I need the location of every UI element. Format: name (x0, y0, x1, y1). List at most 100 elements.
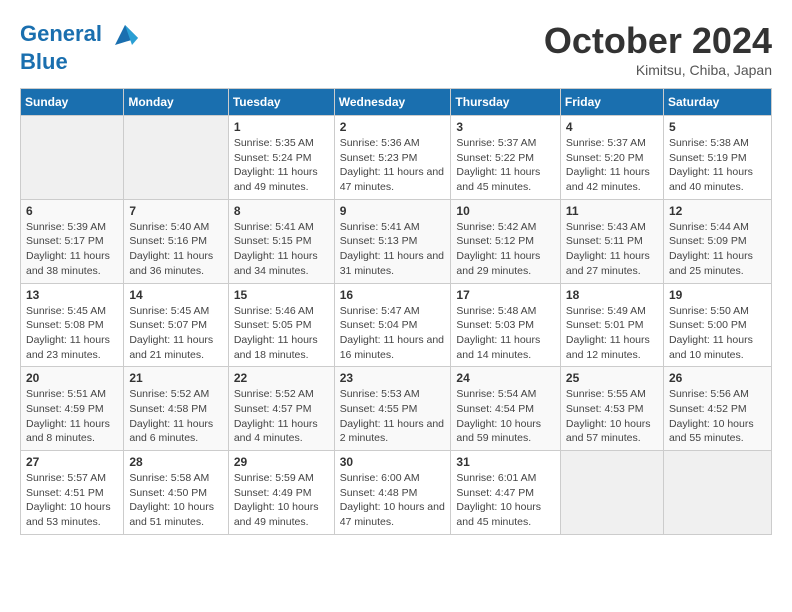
calendar-cell: 26 Sunrise: 5:56 AM Sunset: 4:52 PM Dayli… (663, 367, 771, 451)
day-info: Sunrise: 5:35 AM Sunset: 5:24 PM Dayligh… (234, 136, 329, 195)
day-info: Sunrise: 5:38 AM Sunset: 5:19 PM Dayligh… (669, 136, 766, 195)
calendar-cell: 29 Sunrise: 5:59 AM Sunset: 4:49 PM Dayli… (228, 451, 334, 535)
day-info: Sunrise: 5:57 AM Sunset: 4:51 PM Dayligh… (26, 471, 118, 530)
day-info: Sunrise: 5:52 AM Sunset: 4:58 PM Dayligh… (129, 387, 222, 446)
day-info: Sunrise: 5:42 AM Sunset: 5:12 PM Dayligh… (456, 220, 555, 279)
day-info: Sunrise: 5:45 AM Sunset: 5:07 PM Dayligh… (129, 304, 222, 363)
day-number: 30 (340, 455, 446, 469)
day-info: Sunrise: 5:54 AM Sunset: 4:54 PM Dayligh… (456, 387, 555, 446)
day-number: 12 (669, 204, 766, 218)
calendar-cell: 2 Sunrise: 5:36 AM Sunset: 5:23 PM Daylig… (334, 116, 451, 200)
calendar-cell (21, 116, 124, 200)
calendar-cell: 27 Sunrise: 5:57 AM Sunset: 4:51 PM Dayli… (21, 451, 124, 535)
calendar-cell: 17Sunrise: 5:48 AM Sunset: 5:03 PM Dayli… (451, 283, 561, 367)
calendar-cell: 16 Sunrise: 5:47 AM Sunset: 5:04 PM Dayli… (334, 283, 451, 367)
day-info: Sunrise: 5:43 AM Sunset: 5:11 PM Dayligh… (566, 220, 658, 279)
weekday-header-tuesday: Tuesday (228, 89, 334, 116)
calendar-cell: 10 Sunrise: 5:42 AM Sunset: 5:12 PM Dayli… (451, 199, 561, 283)
calendar-week-row: 1 Sunrise: 5:35 AM Sunset: 5:24 PM Daylig… (21, 116, 772, 200)
logo-text2: Blue (20, 50, 140, 74)
day-number: 14 (129, 288, 222, 302)
day-number: 28 (129, 455, 222, 469)
day-number: 13 (26, 288, 118, 302)
calendar-cell: 6 Sunrise: 5:39 AM Sunset: 5:17 PM Daylig… (21, 199, 124, 283)
weekday-header-thursday: Thursday (451, 89, 561, 116)
calendar-cell: 19Sunrise: 5:50 AM Sunset: 5:00 PM Dayli… (663, 283, 771, 367)
location: Kimitsu, Chiba, Japan (544, 62, 772, 78)
day-number: 26 (669, 371, 766, 385)
calendar-cell: 14 Sunrise: 5:45 AM Sunset: 5:07 PM Dayli… (124, 283, 228, 367)
calendar-cell: 28 Sunrise: 5:58 AM Sunset: 4:50 PM Dayli… (124, 451, 228, 535)
day-number: 4 (566, 120, 658, 134)
day-number: 8 (234, 204, 329, 218)
weekday-header-wednesday: Wednesday (334, 89, 451, 116)
calendar-cell: 3Sunrise: 5:37 AM Sunset: 5:22 PM Daylig… (451, 116, 561, 200)
weekday-header-monday: Monday (124, 89, 228, 116)
day-info: Sunrise: 5:56 AM Sunset: 4:52 PM Dayligh… (669, 387, 766, 446)
day-info: Sunrise: 5:41 AM Sunset: 5:15 PM Dayligh… (234, 220, 329, 279)
weekday-header-row: SundayMondayTuesdayWednesdayThursdayFrid… (21, 89, 772, 116)
day-number: 20 (26, 371, 118, 385)
day-number: 24 (456, 371, 555, 385)
calendar-cell: 7Sunrise: 5:40 AM Sunset: 5:16 PM Daylig… (124, 199, 228, 283)
calendar-cell: 4 Sunrise: 5:37 AM Sunset: 5:20 PM Daylig… (560, 116, 663, 200)
day-info: Sunrise: 5:41 AM Sunset: 5:13 PM Dayligh… (340, 220, 446, 279)
day-info: Sunrise: 5:44 AM Sunset: 5:09 PM Dayligh… (669, 220, 766, 279)
day-info: Sunrise: 5:39 AM Sunset: 5:17 PM Dayligh… (26, 220, 118, 279)
day-number: 21 (129, 371, 222, 385)
day-info: Sunrise: 6:00 AM Sunset: 4:48 PM Dayligh… (340, 471, 446, 530)
logo-text: General (20, 20, 140, 50)
day-info: Sunrise: 5:53 AM Sunset: 4:55 PM Dayligh… (340, 387, 446, 446)
calendar-cell: 30 Sunrise: 6:00 AM Sunset: 4:48 PM Dayli… (334, 451, 451, 535)
day-number: 2 (340, 120, 446, 134)
day-number: 15 (234, 288, 329, 302)
calendar-cell: 12 Sunrise: 5:44 AM Sunset: 5:09 PM Dayli… (663, 199, 771, 283)
calendar-week-row: 6 Sunrise: 5:39 AM Sunset: 5:17 PM Daylig… (21, 199, 772, 283)
day-number: 1 (234, 120, 329, 134)
day-info: Sunrise: 5:52 AM Sunset: 4:57 PM Dayligh… (234, 387, 329, 446)
calendar-cell: 22 Sunrise: 5:52 AM Sunset: 4:57 PM Dayli… (228, 367, 334, 451)
day-info: Sunrise: 5:59 AM Sunset: 4:49 PM Dayligh… (234, 471, 329, 530)
day-info: Sunrise: 5:49 AM Sunset: 5:01 PM Dayligh… (566, 304, 658, 363)
day-number: 11 (566, 204, 658, 218)
calendar-cell: 18 Sunrise: 5:49 AM Sunset: 5:01 PM Dayli… (560, 283, 663, 367)
day-info: Sunrise: 5:51 AM Sunset: 4:59 PM Dayligh… (26, 387, 118, 446)
page-header: General Blue October 2024 Kimitsu, Chiba… (20, 20, 772, 78)
calendar-cell: 1 Sunrise: 5:35 AM Sunset: 5:24 PM Daylig… (228, 116, 334, 200)
day-number: 27 (26, 455, 118, 469)
day-number: 29 (234, 455, 329, 469)
day-info: Sunrise: 5:46 AM Sunset: 5:05 PM Dayligh… (234, 304, 329, 363)
day-number: 5 (669, 120, 766, 134)
day-info: Sunrise: 5:47 AM Sunset: 5:04 PM Dayligh… (340, 304, 446, 363)
day-number: 10 (456, 204, 555, 218)
calendar-cell: 13Sunrise: 5:45 AM Sunset: 5:08 PM Dayli… (21, 283, 124, 367)
title-area: October 2024 Kimitsu, Chiba, Japan (544, 20, 772, 78)
calendar-cell: 24 Sunrise: 5:54 AM Sunset: 4:54 PM Dayli… (451, 367, 561, 451)
calendar-cell: 31Sunrise: 6:01 AM Sunset: 4:47 PM Dayli… (451, 451, 561, 535)
month-title: October 2024 (544, 20, 772, 62)
day-info: Sunrise: 5:36 AM Sunset: 5:23 PM Dayligh… (340, 136, 446, 195)
day-info: Sunrise: 5:48 AM Sunset: 5:03 PM Dayligh… (456, 304, 555, 363)
weekday-header-friday: Friday (560, 89, 663, 116)
day-number: 22 (234, 371, 329, 385)
calendar-cell: 11 Sunrise: 5:43 AM Sunset: 5:11 PM Dayli… (560, 199, 663, 283)
calendar-cell (663, 451, 771, 535)
day-number: 6 (26, 204, 118, 218)
calendar-week-row: 13Sunrise: 5:45 AM Sunset: 5:08 PM Dayli… (21, 283, 772, 367)
calendar-cell (560, 451, 663, 535)
day-info: Sunrise: 5:58 AM Sunset: 4:50 PM Dayligh… (129, 471, 222, 530)
day-info: Sunrise: 5:37 AM Sunset: 5:20 PM Dayligh… (566, 136, 658, 195)
day-info: Sunrise: 5:55 AM Sunset: 4:53 PM Dayligh… (566, 387, 658, 446)
day-number: 16 (340, 288, 446, 302)
calendar-week-row: 27 Sunrise: 5:57 AM Sunset: 4:51 PM Dayli… (21, 451, 772, 535)
calendar-cell: 15 Sunrise: 5:46 AM Sunset: 5:05 PM Dayli… (228, 283, 334, 367)
weekday-header-saturday: Saturday (663, 89, 771, 116)
day-number: 9 (340, 204, 446, 218)
day-number: 23 (340, 371, 446, 385)
day-number: 18 (566, 288, 658, 302)
day-info: Sunrise: 5:37 AM Sunset: 5:22 PM Dayligh… (456, 136, 555, 195)
day-info: Sunrise: 5:40 AM Sunset: 5:16 PM Dayligh… (129, 220, 222, 279)
weekday-header-sunday: Sunday (21, 89, 124, 116)
calendar-week-row: 20 Sunrise: 5:51 AM Sunset: 4:59 PM Dayli… (21, 367, 772, 451)
day-info: Sunrise: 6:01 AM Sunset: 4:47 PM Dayligh… (456, 471, 555, 530)
